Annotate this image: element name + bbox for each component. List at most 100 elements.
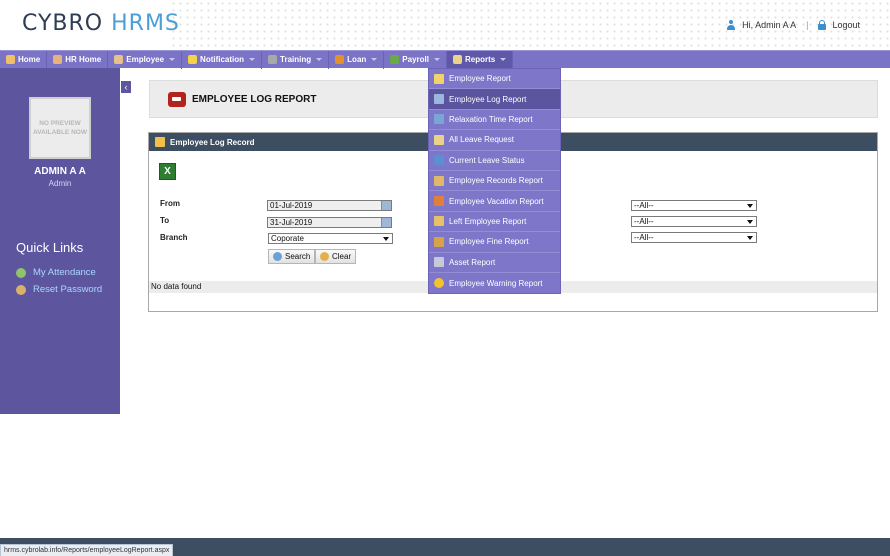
calendar-icon[interactable] xyxy=(381,201,391,210)
chevron-down-icon xyxy=(747,204,753,208)
chevron-down-icon xyxy=(371,58,378,61)
menu-item-label: Current Leave Status xyxy=(449,155,525,165)
reports-icon xyxy=(452,55,462,64)
nav-employee[interactable]: Employee xyxy=(108,50,183,69)
filter-select-1[interactable]: --All-- xyxy=(631,200,757,211)
calendar-icon[interactable] xyxy=(381,218,391,227)
quick-link-my-attendance[interactable]: My Attendance xyxy=(16,267,96,278)
nav-payroll[interactable]: Payroll xyxy=(384,50,447,69)
filter-select-2-value: --All-- xyxy=(634,217,654,226)
vacation-icon xyxy=(434,196,444,207)
clear-button-label: Clear xyxy=(332,252,352,261)
menu-item-employee-log-report[interactable]: Employee Log Report xyxy=(429,89,560,110)
nav-training[interactable]: Training xyxy=(262,50,330,69)
nav-loan-label: Loan xyxy=(347,55,367,64)
nav-employee-label: Employee xyxy=(126,55,165,64)
menu-item-employee-records-report[interactable]: Employee Records Report xyxy=(429,171,560,192)
clock-icon xyxy=(434,114,444,125)
nav-notification-label: Notification xyxy=(200,55,245,64)
menu-item-current-leave-status[interactable]: Current Leave Status xyxy=(429,151,560,171)
chevron-down-icon xyxy=(316,58,323,61)
chevron-down-icon xyxy=(747,220,753,224)
nav-loan[interactable]: Loan xyxy=(329,50,385,69)
user-area: Hi, Admin A A | Logout xyxy=(726,20,860,30)
branch-select[interactable]: Coporate xyxy=(268,233,393,244)
nav-home[interactable]: Home xyxy=(0,50,48,69)
avatar-placeholder-text: NO PREVIEW AVAILABLE NOW xyxy=(33,120,87,136)
training-icon xyxy=(268,55,278,64)
menu-item-employee-warning-report[interactable]: Employee Warning Report xyxy=(429,273,560,293)
asset-icon xyxy=(434,257,444,268)
record-icon xyxy=(155,137,165,147)
menu-item-all-leave-request[interactable]: All Leave Request xyxy=(429,130,560,151)
nav-hr-home[interactable]: HR Home xyxy=(47,50,109,69)
user-greeting[interactable]: Hi, Admin A A xyxy=(742,20,796,30)
menu-item-asset-report[interactable]: Asset Report xyxy=(429,253,560,273)
clear-button[interactable]: Clear xyxy=(315,249,357,264)
page-title: EMPLOYEE LOG REPORT xyxy=(192,94,317,105)
to-label: To xyxy=(160,216,170,225)
checklist-icon xyxy=(434,155,444,166)
filter-select-2[interactable]: --All-- xyxy=(631,216,757,227)
search-button[interactable]: Search xyxy=(268,249,316,264)
search-button-label: Search xyxy=(285,252,311,261)
nav-home-label: Home xyxy=(18,55,41,64)
report-icon xyxy=(168,92,186,107)
app-logo[interactable]: CYBRO HRMS xyxy=(22,11,180,36)
status-url: hrms.cybrolab.info/Reports/employeeLogRe… xyxy=(0,544,174,556)
nav-notification[interactable]: Notification xyxy=(182,50,263,69)
records-icon xyxy=(434,175,444,186)
bullet-icon xyxy=(16,284,26,295)
home-icon xyxy=(6,55,15,64)
chevron-down-icon xyxy=(383,237,389,241)
nav-hr-home-label: HR Home xyxy=(65,55,102,64)
nav-training-label: Training xyxy=(280,55,312,64)
menu-item-label: All Leave Request xyxy=(449,135,514,145)
nav-reports[interactable]: Reports xyxy=(446,50,514,69)
quick-link-label: Reset Password xyxy=(33,284,103,295)
menu-item-label: Employee Vacation Report xyxy=(449,196,544,206)
menu-item-label: Employee Report xyxy=(449,74,511,84)
calendar-icon xyxy=(434,134,444,145)
to-date-field[interactable]: 31-Jul-2019 xyxy=(267,217,392,228)
menu-item-relaxation-time-report[interactable]: Relaxation Time Report xyxy=(429,110,560,131)
menu-item-employee-report[interactable]: Employee Report xyxy=(429,69,560,90)
logo-text-cybro: CYBRO xyxy=(22,11,104,36)
user-icon xyxy=(726,20,736,30)
header-separator: | xyxy=(806,20,809,30)
nav-reports-label: Reports xyxy=(464,55,496,64)
branch-select-value: Coporate xyxy=(271,234,304,243)
main-nav: Home HR Home Employee Notification Train… xyxy=(0,50,890,69)
warning-icon xyxy=(434,278,444,289)
filter-select-3[interactable]: --All-- xyxy=(631,232,757,243)
report-icon xyxy=(434,73,444,84)
chevron-down-icon xyxy=(169,58,176,61)
sidebar-user-role: Admin xyxy=(48,179,72,188)
menu-item-employee-vacation-report[interactable]: Employee Vacation Report xyxy=(429,191,560,212)
to-date-value: 31-Jul-2019 xyxy=(270,218,313,227)
filter-select-3-value: --All-- xyxy=(634,233,654,242)
sidebar-collapse-button[interactable]: ‹ xyxy=(120,80,132,94)
left-employee-icon xyxy=(434,216,444,227)
chevron-down-icon xyxy=(500,58,507,61)
menu-item-label: Employee Warning Report xyxy=(449,278,543,288)
excel-export-icon[interactable]: X xyxy=(159,163,176,180)
quick-link-reset-password[interactable]: Reset Password xyxy=(16,284,102,295)
quick-link-label: My Attendance xyxy=(33,267,96,278)
nav-payroll-label: Payroll xyxy=(402,55,429,64)
bullet-icon xyxy=(16,267,26,278)
app-header: CYBRO HRMS Hi, Admin A A | Logout xyxy=(0,0,890,50)
logout-link[interactable]: Logout xyxy=(832,20,860,30)
from-label: From xyxy=(160,199,180,208)
chevron-down-icon xyxy=(747,236,753,240)
menu-item-label: Left Employee Report xyxy=(449,216,527,226)
hr-home-icon xyxy=(53,55,63,64)
search-icon xyxy=(273,252,282,261)
menu-item-employee-fine-report[interactable]: Employee Fine Report xyxy=(429,232,560,253)
broom-icon xyxy=(320,252,329,261)
menu-item-left-employee-report[interactable]: Left Employee Report xyxy=(429,212,560,233)
fine-icon xyxy=(434,236,444,247)
from-date-value: 01-Jul-2019 xyxy=(270,201,313,210)
menu-item-label: Employee Records Report xyxy=(449,176,543,186)
from-date-field[interactable]: 01-Jul-2019 xyxy=(267,200,392,211)
